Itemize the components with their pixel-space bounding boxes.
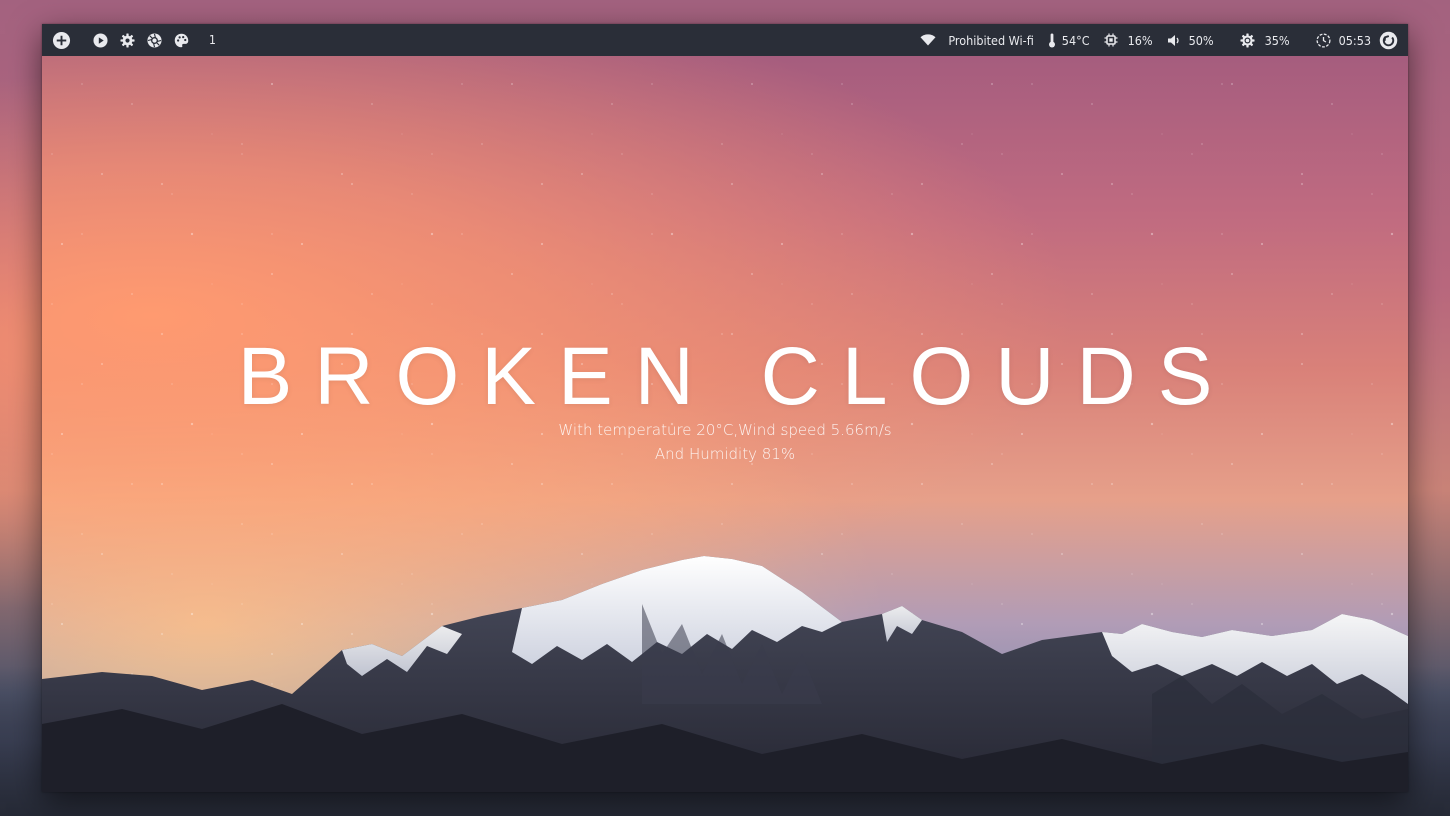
cpu-icon: [1104, 33, 1118, 47]
desktop-screen: 1 Prohibited Wi-fi 54°C 16% 50% 35% 05:5…: [42, 24, 1408, 792]
wifi-name: Prohibited Wi-fi: [948, 32, 1034, 48]
mountain-range: [42, 556, 1408, 792]
volume-value: 50%: [1188, 32, 1214, 48]
weather-detail-line2: And Humidity 81%: [654, 445, 796, 463]
brightness-icon: [1240, 32, 1255, 48]
aperture-icon[interactable]: [147, 32, 162, 48]
temperature-status[interactable]: 54°C: [1048, 33, 1090, 48]
play-icon[interactable]: [93, 32, 108, 48]
panel-right: Prohibited Wi-fi 54°C 16% 50% 35% 05:53: [920, 24, 1398, 56]
add-icon[interactable]: [52, 31, 71, 50]
wifi-icon: [920, 34, 936, 46]
brightness-status[interactable]: 35%: [1240, 33, 1290, 48]
clock[interactable]: 05:53: [1316, 33, 1371, 48]
palette-icon[interactable]: [174, 33, 189, 48]
weather-widget: BROKEN CLOUDS With temperature 20°C,Wind…: [42, 336, 1408, 466]
brightness-value: 35%: [1264, 32, 1290, 48]
wifi-status[interactable]: Prohibited Wi-fi: [920, 32, 1034, 48]
volume-icon: [1167, 34, 1181, 47]
panel-left: 1: [50, 24, 216, 56]
workspace-indicator[interactable]: 1: [209, 33, 216, 47]
thermometer-icon: [1048, 33, 1056, 48]
settings-icon[interactable]: [120, 32, 135, 48]
power-icon[interactable]: [1379, 31, 1398, 50]
clock-time: 05:53: [1338, 32, 1371, 48]
weather-condition: BROKEN CLOUDS: [237, 331, 1235, 422]
cpu-status[interactable]: 16%: [1104, 33, 1153, 48]
temperature-value: 54°C: [1061, 32, 1090, 48]
cpu-value: 16%: [1127, 32, 1153, 48]
clock-icon: [1316, 32, 1331, 48]
top-panel: 1 Prohibited Wi-fi 54°C 16% 50% 35% 05:5…: [42, 24, 1408, 56]
volume-status[interactable]: 50%: [1167, 33, 1214, 48]
